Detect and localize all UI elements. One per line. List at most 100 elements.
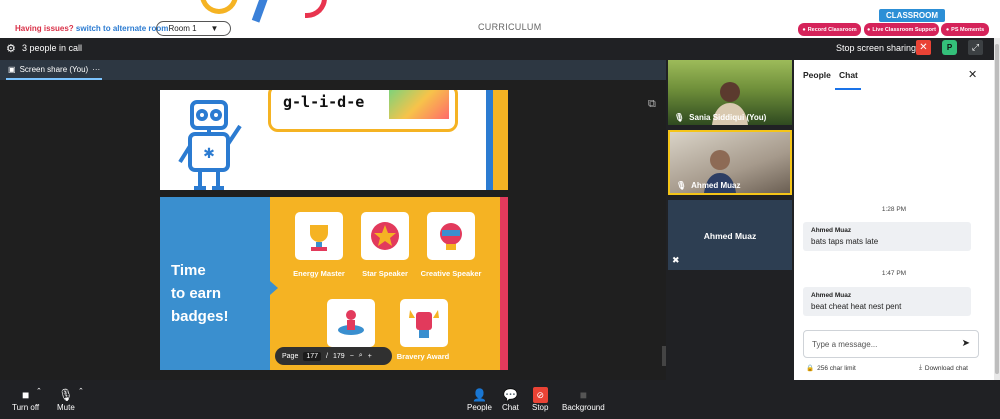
message-timestamp: 1:47 PM [881,270,907,277]
close-icon[interactable]: ✕ [968,68,977,81]
app-header: Having issues? switch to alternate room … [0,0,1000,38]
more-options-button[interactable]: ··· [92,65,100,74]
mic-icon: 🎙 [674,113,685,122]
creative-speaker-badge [427,212,475,260]
scrollbar-thumb[interactable] [995,44,999,374]
zoom-out-icon[interactable]: − [350,353,354,360]
slide-badges: Time to earn badges! Energy Master Star … [160,197,508,371]
people-count: 3 people in call [22,43,83,53]
robot-illustration: ✱ [178,100,242,190]
bravery-award-badge [400,299,448,347]
page-total: 179 [333,352,345,360]
star-speaker-badge [361,212,409,260]
participant-name: Ahmed Muaz [703,231,757,241]
background-button[interactable]: ■ Background [562,387,605,412]
video-tile-ahmed-avatar[interactable]: Ahmed Muaz ✖ [668,200,792,270]
classroom-tab[interactable]: CLASSROOM [879,9,945,22]
p-badge-button[interactable]: P [942,40,957,55]
chat-bubble-icon: 💬 [502,388,518,402]
chat-input-placeholder: Type a message... [812,340,878,349]
participant-name: Sania Siddiqui (You) [689,113,767,122]
issue-notice: Having issues? switch to alternate room [15,24,168,33]
page-navigator: Page 177 / 179 − ⌕ + [275,347,392,365]
chat-button[interactable]: 💬 Chat [502,387,519,412]
badge-label: Star Speaker [362,269,408,278]
scrollbar[interactable] [662,346,666,366]
download-chat-label: Download chat [924,364,968,372]
page-number-input[interactable]: 177 [303,351,322,361]
headline-line: badges! [171,308,229,325]
chevron-up-icon[interactable]: ⌃ [36,387,42,395]
active-tab-indicator [835,88,861,90]
slide-headline: Time to earn badges! [171,259,229,328]
send-icon[interactable]: ➤ [962,338,970,349]
ps-moments-label: PS Moments [951,26,985,33]
svg-text:✱: ✱ [203,146,215,162]
headline-line: Time [171,262,206,279]
stop-sharing-button[interactable]: ✕ [916,40,931,55]
slide-strip [486,90,493,190]
support-icon: ● [867,26,871,33]
open-external-icon[interactable]: ⧉ [648,98,656,111]
word-bubble: g-l-i-d-e [268,90,458,132]
slide-arrow [270,281,278,295]
alternate-room-link[interactable]: switch to alternate room [76,24,168,33]
brain-icon [440,223,462,250]
slide-top: ✱ g-l-i-d-e [160,90,508,190]
char-limit: 🔒 256 char limit [806,364,856,373]
room-select-value: Room 1 [168,24,197,33]
scrollbar[interactable] [994,38,1000,380]
gear-icon[interactable]: ⚙ [6,42,16,55]
tab-people[interactable]: People [803,70,831,80]
fullscreen-button[interactable]: ⤢ [968,40,983,55]
moments-icon: ● [945,26,950,33]
video-tile-self[interactable]: 🎙 Sania Siddiqui (You) [668,60,792,125]
message-text: beat cheat heat nest pent [811,302,902,311]
people-button[interactable]: 👤 People [467,387,492,412]
download-chat-button[interactable]: ⤓ Download chat [919,364,968,372]
record-icon: ● [802,26,806,33]
mic-icon: 🎙 [58,388,74,402]
record-classroom-button[interactable]: ● Record Classroom [798,23,861,36]
expand-icon: ⤢ [971,42,980,52]
headline-line: to earn [171,285,222,302]
char-limit-text: 256 char limit [817,364,856,372]
star-icon [371,222,399,250]
zoom-icon[interactable]: ⌕ [359,352,363,360]
control-bar: ■ Turn off ⌃ 🎙 Mute ⌃ 👤 People 💬 Chat ⊘ … [0,381,1000,419]
stop-share-button[interactable]: ⊘ Stop [532,387,548,412]
scrollbar[interactable] [0,370,666,380]
mute-button[interactable]: 🎙 Mute [57,387,75,412]
glide-picture [389,90,449,119]
meditation-icon [338,310,364,335]
chat-input[interactable]: Type a message... ➤ [803,330,979,358]
chat-message: Ahmed Muaz beat cheat heat nest pent [803,287,971,316]
message-sender: Ahmed Muaz [811,292,852,299]
record-classroom-label: Record Classroom [807,26,857,33]
slide-strip [493,90,508,190]
ps-moments-button[interactable]: ● PS Moments [941,23,989,36]
stop-sharing-label: Stop screen sharing [836,43,917,53]
lock-icon: 🔒 [806,365,815,372]
zoom-in-icon[interactable]: + [368,353,372,360]
screen-share-header: ▣ Screen share (You) ··· [0,60,666,80]
camera-icon: ■ [21,388,30,402]
background-label: Background [562,403,605,412]
caret-down-icon: ▼ [210,24,219,33]
room-select[interactable]: Room 1 ▼ [156,21,231,36]
background-icon: ■ [579,388,587,402]
tab-chat[interactable]: Chat [839,70,858,80]
badge-label: Energy Master [293,269,345,278]
chevron-up-icon[interactable]: ⌃ [78,387,84,395]
message-sender: Ahmed Muaz [811,227,852,234]
trophy-icon [310,225,328,251]
camera-toggle-label: Turn off [12,403,40,412]
logo-shape [200,0,238,14]
chat-label: Chat [502,403,519,412]
issue-text: Having issues? [15,24,74,33]
live-support-button[interactable]: ● Live Classroom Support [864,23,939,36]
close-icon: ✕ [919,42,928,53]
yoga-badge [327,299,375,347]
video-tile-ahmed[interactable]: 🎙 Ahmed Muaz [668,130,792,195]
fist-icon [409,310,439,338]
